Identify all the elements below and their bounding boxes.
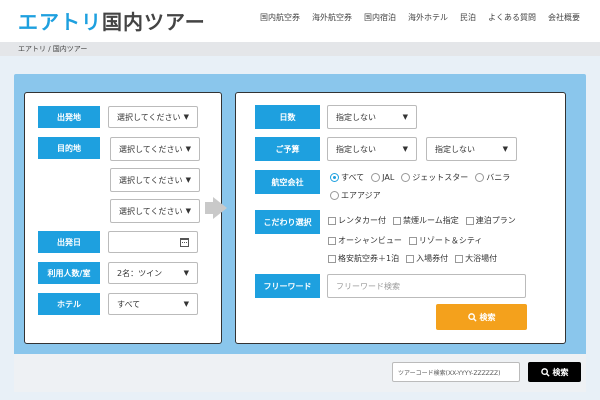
nav-faq[interactable]: よくある質問	[488, 12, 536, 23]
days-label: 日数	[255, 105, 320, 129]
logo-suffix: 国内ツアー	[102, 10, 206, 34]
checkbox-icon[interactable]	[465, 216, 474, 225]
pref-non-smoking[interactable]: 禁煙ルーム指定	[393, 215, 459, 226]
airline-options-row-1: すべて JAL ジェットスター バニラ	[330, 172, 513, 183]
airline-option-jetstar[interactable]: ジェットスター	[401, 172, 468, 183]
people-label: 利用人数/室	[38, 262, 100, 284]
pref-budget-flight-one-night[interactable]: 格安航空券＋1泊	[328, 253, 399, 264]
checkbox-icon[interactable]	[328, 216, 336, 225]
people-select[interactable]: 2名：ツイン ▼	[108, 262, 198, 284]
checkbox-icon[interactable]	[328, 236, 336, 245]
arrow-right-icon	[213, 197, 227, 219]
airline-option-jal[interactable]: JAL	[371, 173, 394, 182]
freeword-label: フリーワード	[255, 274, 320, 298]
nav-domestic-hotels[interactable]: 国内宿泊	[364, 12, 396, 23]
tour-code-search-button[interactable]: 検索	[528, 362, 581, 382]
nav-company[interactable]: 会社概要	[548, 12, 580, 23]
destination-select-1[interactable]: 選択してください ▼	[110, 137, 200, 161]
checkbox-icon[interactable]	[408, 236, 417, 245]
search-button-label: 検索	[479, 312, 496, 322]
header: エアトリ国内ツアー 国内航空券 海外航空券 国内宿泊 海外ホテル 民泊 よくある…	[0, 0, 600, 42]
pref-rental-car[interactable]: レンタカー付	[328, 215, 386, 226]
departure-value: 選択してください	[117, 112, 181, 122]
radio-icon[interactable]	[475, 173, 485, 182]
date-label: 出発日	[38, 231, 100, 253]
departure-select[interactable]: 選択してください ▼	[108, 106, 198, 128]
calendar-icon[interactable]	[180, 237, 189, 247]
pref-resort-city[interactable]: リゾート＆シティ	[408, 235, 482, 246]
chevron-down-icon: ▼	[183, 269, 189, 277]
chevron-down-icon: ▼	[402, 145, 408, 153]
chevron-down-icon: ▼	[402, 113, 408, 121]
preference-label: こだわり選択	[255, 210, 320, 234]
budget-min-select[interactable]: 指定しない ▼	[327, 137, 417, 161]
destination-select-2[interactable]: 選択してください ▼	[110, 168, 200, 192]
airline-options-row-2: エアアジア	[330, 190, 384, 201]
days-select[interactable]: 指定しない ▼	[327, 105, 417, 129]
budget-min-value: 指定しない	[336, 144, 376, 154]
chevron-down-icon: ▼	[183, 113, 189, 121]
airline-option-airasia[interactable]: エアアジア	[330, 190, 381, 201]
checkbox-icon[interactable]	[393, 216, 401, 225]
hotel-value: すべて	[117, 299, 141, 309]
radio-icon[interactable]	[371, 173, 381, 182]
hotel-select[interactable]: すべて ▼	[108, 293, 198, 315]
budget-label: ご予算	[255, 137, 320, 161]
breadcrumb[interactable]: エアトリ / 国内ツアー	[18, 44, 87, 54]
chevron-down-icon: ▼	[183, 300, 189, 308]
pref-consecutive-nights[interactable]: 連泊プラン	[465, 215, 516, 226]
chevron-down-icon: ▼	[185, 145, 191, 153]
preference-row-3: 格安航空券＋1泊 入場券付 大浴場付	[328, 253, 500, 264]
checkbox-icon[interactable]	[406, 254, 415, 263]
tour-code-input[interactable]: ツアーコード検索(XX-YYYY-ZZZZZZ)	[392, 362, 520, 382]
airline-option-vanilla[interactable]: バニラ	[475, 172, 510, 183]
chevron-down-icon: ▼	[502, 145, 508, 153]
pref-ocean-view[interactable]: オーシャンビュー	[328, 235, 402, 246]
destination-value-3: 選択してください	[119, 206, 183, 216]
pref-large-bath[interactable]: 大浴場付	[455, 253, 497, 264]
hotel-label: ホテル	[38, 293, 100, 315]
checkbox-icon[interactable]	[455, 254, 464, 263]
departure-label: 出発地	[38, 106, 100, 128]
search-icon	[467, 312, 477, 322]
radio-icon[interactable]	[401, 173, 411, 182]
destination-value-1: 選択してください	[119, 144, 183, 154]
days-value: 指定しない	[336, 112, 376, 122]
preference-row-1: レンタカー付 禁煙ルーム指定 連泊プラン	[328, 215, 519, 226]
people-value: 2名：ツイン	[117, 268, 163, 278]
preference-row-2: オーシャンビュー リゾート＆シティ	[328, 235, 485, 246]
freeword-input[interactable]: フリーワード検索	[327, 274, 526, 298]
destination-value-2: 選択してください	[119, 175, 183, 185]
top-nav: 国内航空券 海外航空券 国内宿泊 海外ホテル 民泊 よくある質問 会社概要	[260, 12, 580, 23]
budget-max-select[interactable]: 指定しない ▼	[426, 137, 517, 161]
airline-option-all[interactable]: すべて	[330, 172, 364, 183]
tour-code-search-label: 検索	[552, 367, 569, 377]
radio-selected-icon[interactable]	[330, 173, 339, 182]
budget-max-value: 指定しない	[435, 144, 475, 154]
destination-select-3[interactable]: 選択してください ▼	[110, 199, 200, 223]
breadcrumb-bar: エアトリ / 国内ツアー	[0, 42, 600, 56]
pref-admission-ticket[interactable]: 入場券付	[406, 253, 448, 264]
logo[interactable]: エアトリ国内ツアー	[18, 6, 206, 35]
radio-icon[interactable]	[330, 191, 339, 200]
logo-brand: エアトリ	[18, 10, 102, 34]
destination-label: 目的地	[38, 137, 100, 159]
nav-minpaku[interactable]: 民泊	[460, 12, 476, 23]
nav-overseas-hotels[interactable]: 海外ホテル	[408, 12, 448, 23]
date-input[interactable]	[108, 231, 198, 253]
airline-label: 航空会社	[255, 170, 320, 194]
nav-domestic-flights[interactable]: 国内航空券	[260, 12, 300, 23]
chevron-down-icon: ▼	[185, 207, 191, 215]
checkbox-icon[interactable]	[328, 254, 336, 263]
nav-international-flights[interactable]: 海外航空券	[312, 12, 352, 23]
search-button[interactable]: 検索	[436, 304, 527, 330]
search-icon	[540, 367, 550, 377]
chevron-down-icon: ▼	[185, 176, 191, 184]
